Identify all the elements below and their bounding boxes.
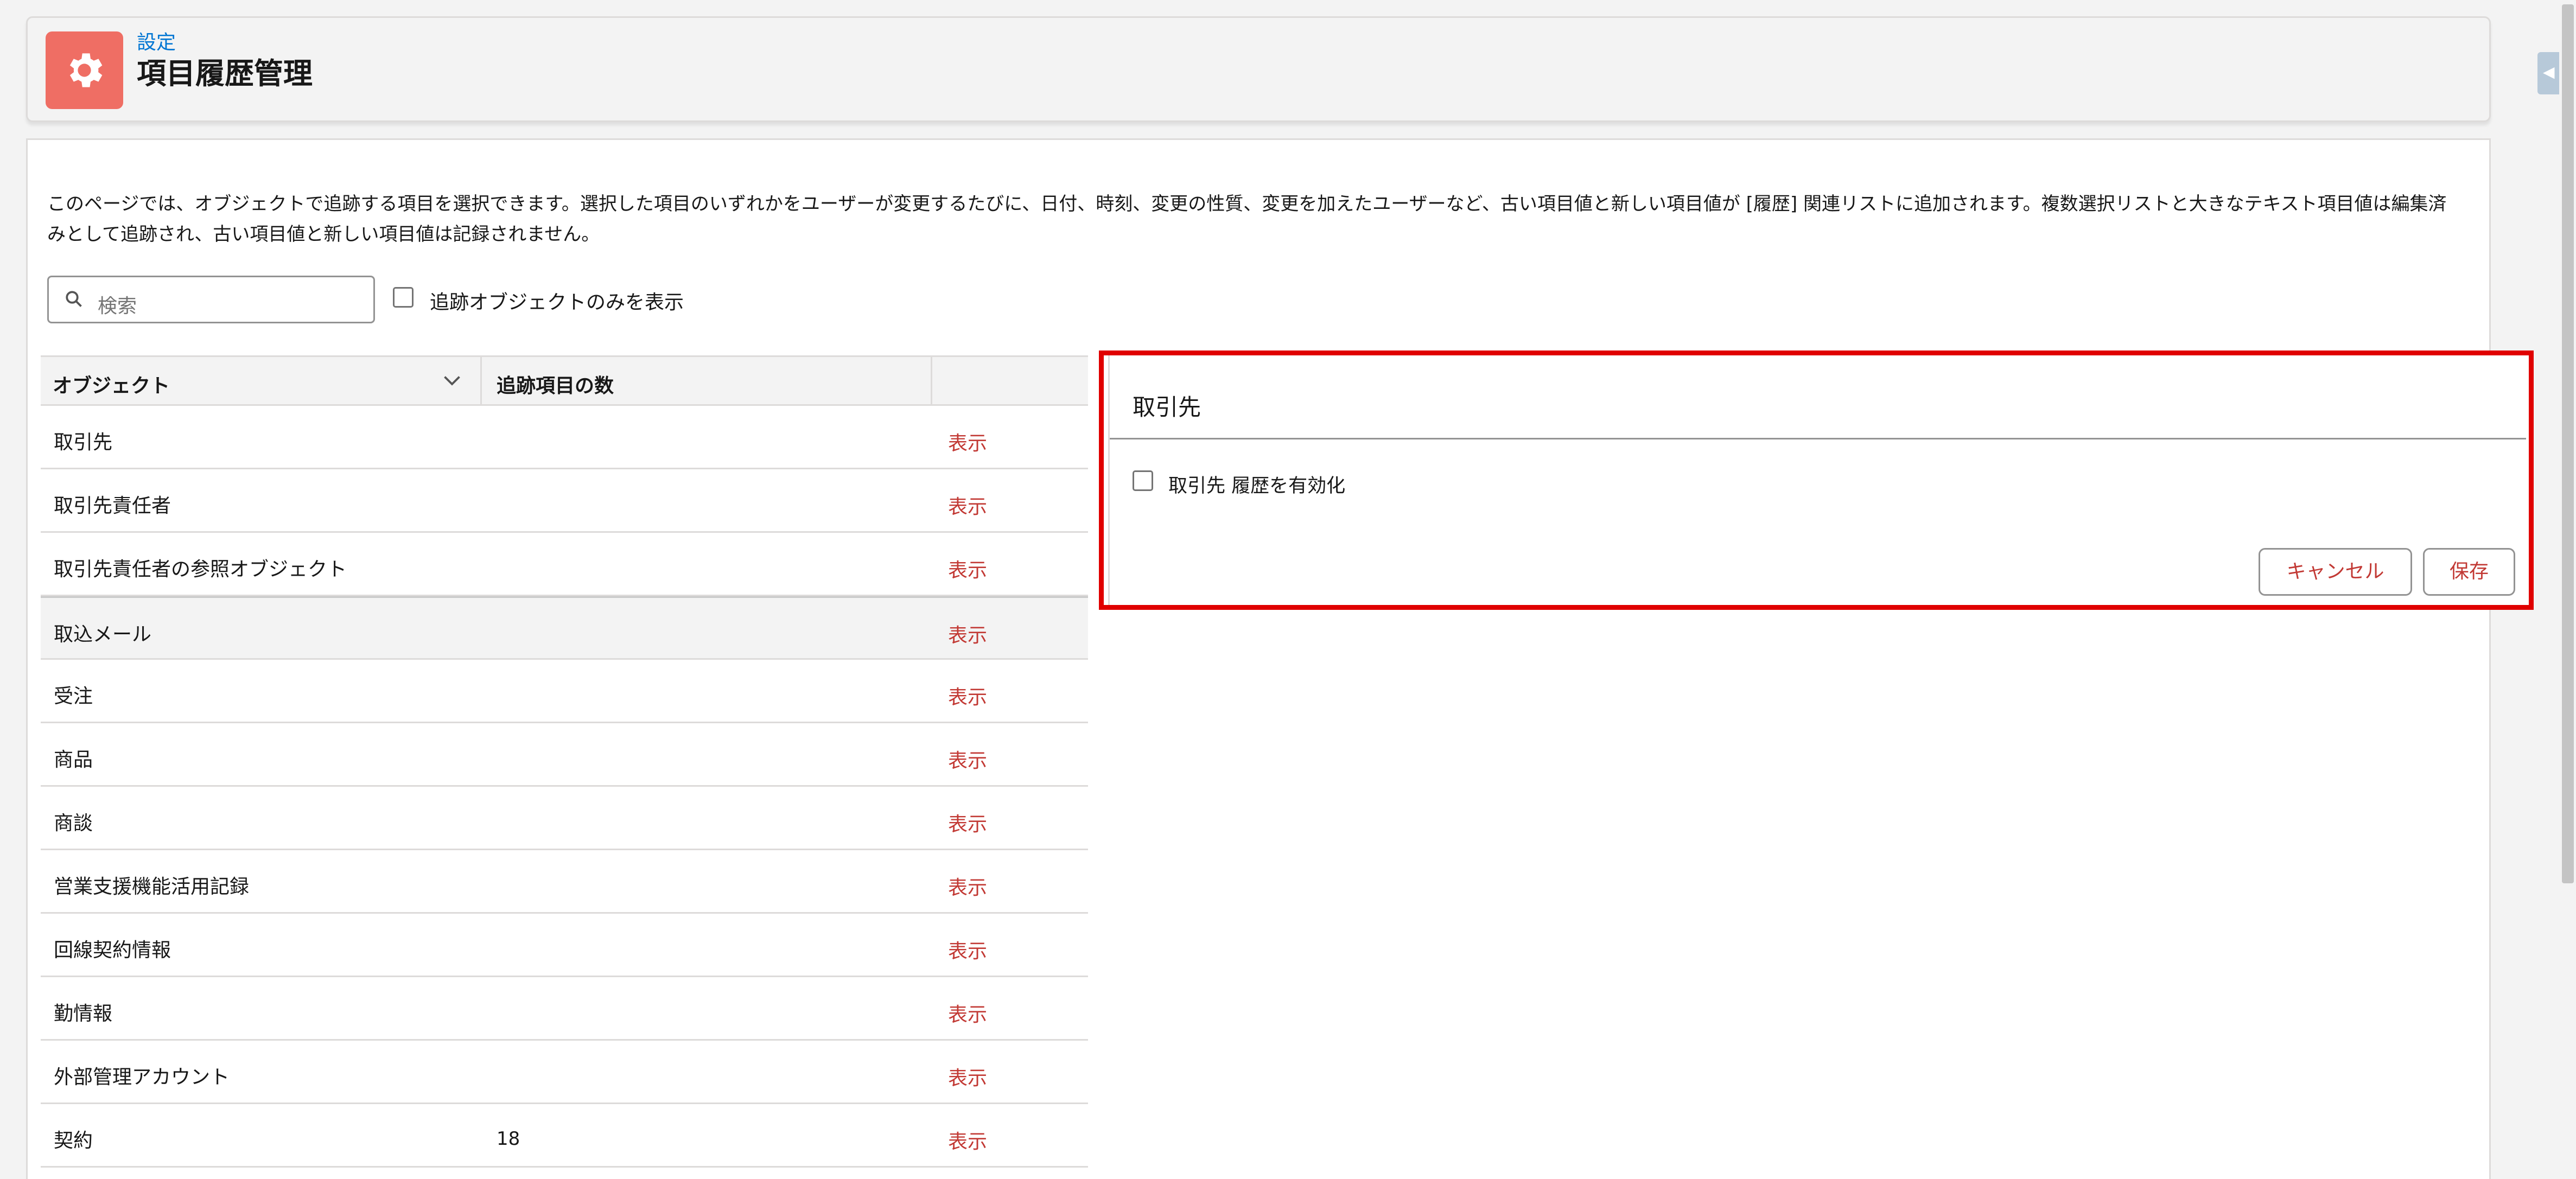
show-link[interactable]: 表示 [948, 1062, 987, 1091]
show-link[interactable]: 表示 [948, 620, 987, 648]
object-name: 商品 [54, 749, 93, 771]
panel-title: 取引先 [1133, 394, 1201, 420]
column-divider [480, 357, 482, 404]
show-link[interactable]: 表示 [948, 555, 987, 583]
object-name: 取引先責任者 [54, 495, 171, 517]
show-link[interactable]: 表示 [948, 808, 987, 837]
page-header: 設定 項目履歴管理 [26, 16, 2491, 122]
table-row-selected: 取込メール 表示 [41, 596, 1088, 660]
panel-divider [1110, 438, 2526, 439]
save-button[interactable]: 保存 [2423, 548, 2515, 596]
main-card: このページでは、オブジェクトで追跡する項目を選択できます。選択した項目のいずれか… [26, 138, 2491, 1179]
table-row: 営業支援機能活用記録 表示 [41, 850, 1088, 914]
search-icon [66, 291, 82, 307]
object-name: 勤情報 [54, 1003, 113, 1025]
object-name: 取引先責任者の参照オブジェクト [54, 558, 347, 581]
table-header: オブジェクト 追跡項目の数 [41, 355, 1088, 406]
table-row: 取引先 表示 [41, 406, 1088, 469]
scrollbar-thumb[interactable] [2562, 4, 2574, 883]
object-table: オブジェクト 追跡項目の数 取引先 表示 取引先責任者 表示 取引先責任者の参照… [41, 355, 1088, 1168]
object-name: 回線契約情報 [54, 939, 171, 961]
table-row: 商談 表示 [41, 787, 1088, 850]
show-link[interactable]: 表示 [948, 872, 987, 900]
table-row: 取引先責任者の参照オブジェクト 表示 [41, 533, 1088, 596]
show-link[interactable]: 表示 [948, 681, 987, 710]
show-link[interactable]: 表示 [948, 428, 987, 456]
object-name: 商談 [54, 812, 93, 834]
tracked-only-checkbox[interactable] [393, 287, 414, 308]
object-name: 契約 [54, 1130, 93, 1152]
cancel-button[interactable]: キャンセル [2259, 548, 2412, 596]
collapse-panel-handle[interactable]: ◀ [2537, 52, 2559, 94]
chevron-left-icon: ◀ [2543, 63, 2555, 81]
show-link[interactable]: 表示 [948, 1126, 987, 1154]
enable-history-checkbox[interactable] [1133, 470, 1153, 491]
object-name: 営業支援機能活用記録 [54, 876, 250, 898]
gear-icon [46, 31, 123, 109]
table-row: 外部管理アカウント 表示 [41, 1041, 1088, 1104]
tracked-count: 18 [497, 1128, 520, 1150]
show-link[interactable]: 表示 [948, 745, 987, 773]
page-title: 項目履歴管理 [137, 56, 313, 91]
search-input[interactable]: 検索 [47, 276, 375, 323]
chevron-down-icon[interactable] [442, 373, 462, 388]
table-row: 勤情報 表示 [41, 977, 1088, 1041]
table-row: 取引先責任者 表示 [41, 469, 1088, 533]
table-row: 商品 表示 [41, 723, 1088, 787]
table-row: 受注 表示 [41, 660, 1088, 723]
column-header-count[interactable]: 追跡項目の数 [497, 370, 614, 398]
show-link[interactable]: 表示 [948, 999, 987, 1027]
breadcrumb[interactable]: 設定 [137, 33, 176, 53]
object-name: 取込メール [54, 623, 152, 646]
table-row: 回線契約情報 表示 [41, 914, 1088, 977]
table-row: 契約 18 表示 [41, 1104, 1088, 1168]
search-placeholder: 検索 [98, 295, 137, 317]
column-header-object[interactable]: オブジェクト [53, 370, 170, 398]
object-name: 取引先 [54, 431, 113, 454]
column-divider [931, 357, 932, 404]
object-name: 外部管理アカウント [54, 1066, 230, 1088]
show-link[interactable]: 表示 [948, 491, 987, 519]
tracked-only-label[interactable]: 追跡オブジェクトのみを表示 [430, 286, 684, 315]
show-link[interactable]: 表示 [948, 935, 987, 964]
enable-history-label[interactable]: 取引先 履歴を有効化 [1168, 470, 1345, 498]
panel-body: 取引先 取引先 履歴を有効化 キャンセル 保存 [1108, 355, 2526, 605]
history-settings-panel: 取引先 取引先 履歴を有効化 キャンセル 保存 [1099, 350, 2534, 610]
page-description: このページでは、オブジェクトで追跡する項目を選択できます。選択した項目のいずれか… [47, 193, 2447, 245]
object-name: 受注 [54, 685, 93, 708]
